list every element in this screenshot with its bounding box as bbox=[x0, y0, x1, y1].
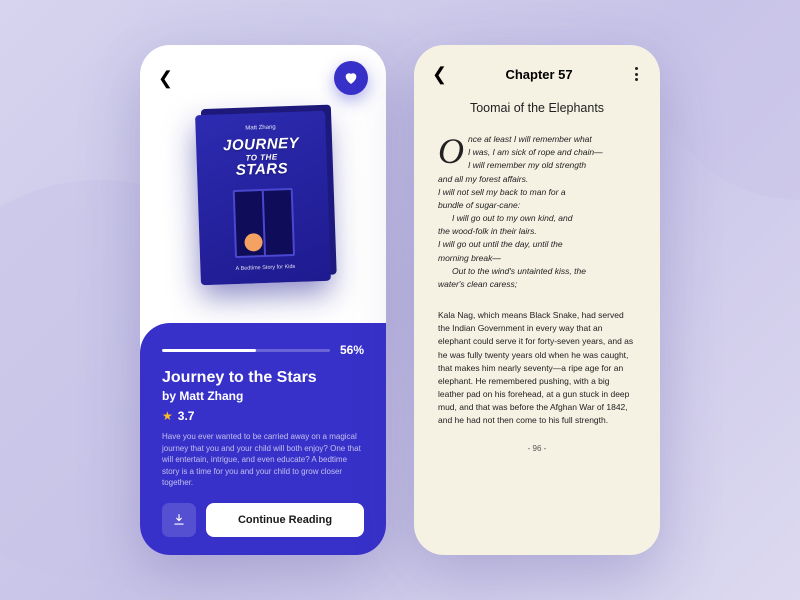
poem-line: Out to the wind's untainted kiss, the bbox=[438, 265, 636, 278]
book-title: Journey to the Stars bbox=[162, 369, 364, 387]
detail-top-bar: ❮ bbox=[140, 45, 386, 103]
poem-line: I was, I am sick of rope and chain— bbox=[438, 146, 636, 159]
action-row: Continue Reading bbox=[162, 503, 364, 537]
back-button[interactable]: ❮ bbox=[158, 68, 173, 89]
poem-line: I will go out until the day, until the bbox=[438, 238, 636, 251]
more-menu-button[interactable] bbox=[631, 63, 642, 85]
chapter-title: Chapter 57 bbox=[505, 67, 572, 82]
book-cover[interactable]: Matt Zhang JOURNEY TO THE STARS A Bedtim… bbox=[195, 111, 331, 285]
progress-row: 56% bbox=[162, 343, 364, 357]
book-description: Have you ever wanted to be carried away … bbox=[162, 431, 364, 489]
cover-author: Matt Zhang bbox=[205, 123, 315, 133]
rating-value: 3.7 bbox=[178, 409, 195, 423]
poem-line: I will remember my old strength bbox=[438, 159, 636, 172]
reader-content[interactable]: Toomai of the Elephants Once at least I … bbox=[414, 95, 660, 467]
poem-line: morning break— bbox=[438, 252, 636, 265]
poem-line: and all my forest affairs. bbox=[438, 173, 636, 186]
story-title: Toomai of the Elephants bbox=[438, 101, 636, 115]
reader-screen: ❮ Chapter 57 Toomai of the Elephants Onc… bbox=[414, 45, 660, 555]
reader-back-button[interactable]: ❮ bbox=[432, 64, 447, 85]
poem-line: I will go out to my own kind, and bbox=[438, 212, 636, 225]
poem-line: water's clean caress; bbox=[438, 278, 636, 291]
poem-block: Once at least I will remember whatI was,… bbox=[438, 133, 636, 291]
star-icon: ★ bbox=[162, 409, 173, 423]
page-number: - 96 - bbox=[438, 444, 636, 453]
cover-subtitle: A Bedtime Story for Kids bbox=[210, 263, 320, 273]
drop-cap: O bbox=[438, 137, 464, 166]
book-author: by Matt Zhang bbox=[162, 389, 364, 403]
progress-bar[interactable] bbox=[162, 349, 330, 352]
progress-percent: 56% bbox=[340, 343, 364, 357]
poem-line: bundle of sugar-cane: bbox=[438, 199, 636, 212]
book-cover-area: Matt Zhang JOURNEY TO THE STARS A Bedtim… bbox=[140, 103, 386, 303]
poem-line: Once at least I will remember what bbox=[438, 133, 636, 146]
book-detail-screen: ❮ Matt Zhang JOURNEY TO THE STARS A Bedt… bbox=[140, 45, 386, 555]
reader-top-bar: ❮ Chapter 57 bbox=[414, 45, 660, 95]
poem-line: the wood-folk in their lairs. bbox=[438, 225, 636, 238]
cover-illustration bbox=[233, 188, 295, 258]
poem-line: I will not sell my back to man for a bbox=[438, 186, 636, 199]
prose-block: Kala Nag, which means Black Snake, had s… bbox=[438, 309, 636, 428]
continue-reading-button[interactable]: Continue Reading bbox=[206, 503, 364, 537]
download-icon bbox=[172, 513, 186, 527]
rating-row: ★ 3.7 bbox=[162, 409, 364, 423]
favorite-button[interactable] bbox=[334, 61, 368, 95]
detail-panel: 56% Journey to the Stars by Matt Zhang ★… bbox=[140, 323, 386, 555]
heart-icon bbox=[343, 70, 359, 86]
download-button[interactable] bbox=[162, 503, 196, 537]
cover-title: JOURNEY TO THE STARS bbox=[206, 135, 317, 181]
